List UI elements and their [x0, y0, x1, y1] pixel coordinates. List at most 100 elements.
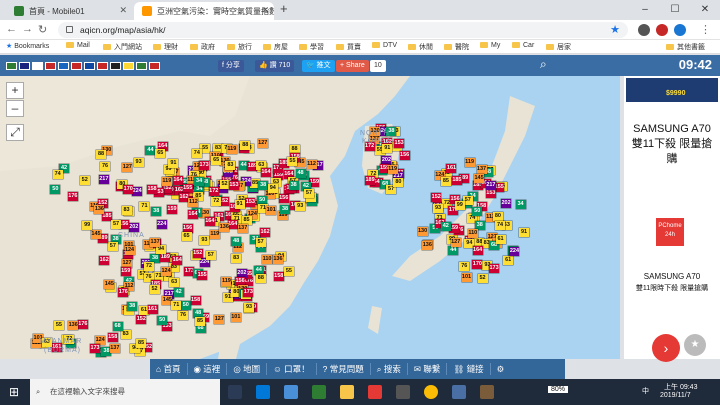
aqi-station-marker[interactable]: 50 [472, 206, 483, 216]
aqi-station-marker[interactable]: 57 [255, 238, 266, 248]
aqi-station-marker[interactable]: 173 [489, 263, 500, 273]
bookmark-folder[interactable]: 政府 [190, 42, 215, 52]
bookmark-star-icon[interactable]: ★ [610, 22, 620, 38]
aqi-station-marker[interactable]: 145 [104, 279, 115, 289]
aqi-station-marker[interactable]: 162 [260, 227, 271, 237]
aqi-station-marker[interactable]: 110 [467, 228, 478, 238]
aqi-station-marker[interactable]: 57 [107, 241, 118, 251]
aqi-station-marker[interactable]: 159 [167, 205, 177, 215]
aqi-station-marker[interactable]: 176 [77, 320, 88, 330]
aqi-station-marker[interactable]: 119 [226, 144, 237, 154]
aqi-station-marker[interactable]: 94 [267, 184, 278, 194]
extension-icon[interactable] [674, 24, 686, 36]
bookmarks-star-icon[interactable]: ★ Bookmarks [6, 42, 49, 50]
aqi-station-marker[interactable]: 155 [197, 271, 208, 281]
bookmark-folder[interactable]: 學習 [299, 42, 324, 52]
bookmark-folder[interactable]: 房屋 [263, 42, 288, 52]
bookmark-folder[interactable]: Mail [66, 42, 90, 49]
language-flag-icon[interactable] [149, 62, 160, 70]
aqi-station-marker[interactable]: 136 [422, 240, 433, 250]
aqi-station-marker[interactable]: 55 [287, 157, 298, 167]
aqi-station-marker[interactable]: 137 [476, 165, 487, 174]
bookmark-folder[interactable]: 醫院 [444, 42, 469, 52]
aqi-station-marker[interactable]: 159 [309, 177, 320, 187]
aqi-station-marker[interactable]: 76 [100, 161, 110, 171]
aqi-station-marker[interactable]: 52 [477, 273, 488, 283]
profile-icon[interactable] [656, 24, 668, 36]
aqi-station-marker[interactable]: 161 [147, 305, 158, 315]
aqi-station-marker[interactable]: 185 [451, 176, 462, 186]
aqi-station-marker[interactable]: 224 [132, 186, 143, 196]
aqi-station-marker[interactable]: 65 [181, 232, 192, 242]
search-icon[interactable]: ⌕ [540, 57, 547, 72]
nav-search[interactable]: ⌕ 搜索 [371, 363, 408, 375]
aqi-station-marker[interactable]: 217 [485, 181, 496, 191]
aqi-station-marker[interactable]: 161 [446, 164, 457, 174]
share-button[interactable]: + Share [336, 60, 369, 72]
language-flag-icon[interactable] [45, 62, 56, 70]
aqi-station-marker[interactable]: 164 [260, 168, 271, 178]
language-flag-icon[interactable] [84, 62, 95, 70]
close-window-button[interactable]: ✕ [690, 0, 720, 20]
settings-gear-icon[interactable]: ⚙ [491, 364, 511, 375]
aqi-station-marker[interactable]: 50 [157, 316, 168, 326]
aqi-station-marker[interactable]: 38 [288, 181, 299, 191]
nav-home[interactable]: ⌂ 首頁 [150, 363, 188, 375]
aqi-station-marker[interactable]: 145 [474, 174, 485, 184]
bookmark-folder[interactable]: Car [512, 42, 534, 49]
store-icon[interactable] [396, 385, 410, 399]
aqi-station-marker[interactable]: 68 [112, 322, 123, 332]
aqi-station-marker[interactable]: 91 [168, 158, 179, 168]
aqi-station-marker[interactable]: 63 [169, 278, 180, 288]
aqi-station-marker[interactable]: 164 [172, 176, 183, 186]
aqi-station-marker[interactable]: 42 [440, 222, 451, 232]
aqi-station-marker[interactable]: 65 [211, 155, 222, 165]
app-icon[interactable] [452, 385, 466, 399]
minimize-button[interactable]: – [630, 0, 660, 20]
aqi-station-marker[interactable]: 88 [255, 273, 266, 283]
app-icon[interactable] [480, 385, 494, 399]
aqi-station-marker[interactable]: 50 [50, 184, 61, 194]
ad-star-icon[interactable]: ★ [684, 334, 706, 356]
bookmark-folder[interactable]: DTV [372, 42, 397, 49]
aqi-station-marker[interactable]: 136 [94, 205, 105, 215]
close-tab-icon[interactable]: ✕ [119, 5, 127, 16]
aqi-station-marker[interactable]: 91 [519, 227, 530, 237]
taskbar-time[interactable]: 上午 09:43 [664, 382, 697, 392]
aqi-station-marker[interactable]: 57 [111, 220, 122, 230]
language-flag-icon[interactable] [19, 62, 30, 70]
aqi-station-marker[interactable]: 152 [192, 248, 203, 258]
nav-contact[interactable]: ✉ 聯繫 [408, 363, 448, 375]
aqi-station-marker[interactable]: 44 [145, 145, 156, 155]
aqi-station-marker[interactable]: 155 [182, 184, 193, 194]
aqi-station-marker[interactable]: 93 [199, 236, 210, 246]
aqi-station-marker[interactable]: 172 [208, 186, 219, 196]
aqi-station-marker[interactable]: 48 [231, 237, 242, 247]
nav-faq[interactable]: ? 常見問題 [317, 363, 371, 375]
aqi-station-marker[interactable]: 38 [280, 204, 291, 214]
aqi-station-marker[interactable]: 34 [194, 176, 205, 186]
aqi-station-marker[interactable]: 137 [109, 343, 120, 353]
bookmark-folder[interactable]: 旅行 [227, 42, 252, 52]
aqi-station-marker[interactable]: 173 [199, 161, 210, 171]
aqi-station-marker[interactable]: 93 [433, 204, 444, 214]
aqi-station-marker[interactable]: 164 [472, 245, 483, 255]
facebook-like-button[interactable]: 👍 讚 710 [255, 60, 295, 72]
aqi-station-marker[interactable]: 173 [243, 287, 254, 297]
aqi-station-marker[interactable]: 74 [495, 220, 505, 230]
aqi-station-marker[interactable]: 136 [272, 254, 283, 264]
aqi-station-marker[interactable]: 124 [124, 245, 135, 255]
language-flag-icon[interactable] [110, 62, 121, 70]
aqi-station-marker[interactable]: 101 [266, 205, 277, 215]
bookmark-folder[interactable]: 休閒 [408, 42, 433, 52]
aqi-station-marker[interactable]: 80 [393, 177, 404, 187]
edge-icon[interactable] [256, 385, 270, 399]
language-flag-icon[interactable] [6, 62, 17, 70]
aqi-station-marker[interactable]: 127 [257, 138, 268, 148]
tab-mobile01[interactable]: 首頁 - Mobile01 ✕ [6, 2, 132, 20]
ime-indicator[interactable]: 中 [642, 386, 649, 396]
app-icon[interactable] [368, 385, 382, 399]
app-icon[interactable] [312, 385, 326, 399]
aqi-station-marker[interactable]: 88 [240, 140, 251, 150]
aqi-station-marker[interactable]: 158 [273, 271, 284, 281]
